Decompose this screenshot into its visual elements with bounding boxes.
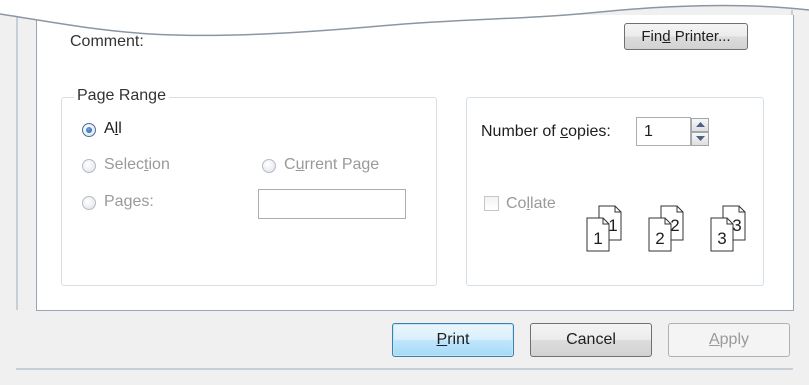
- find-printer-button[interactable]: Find Printer...: [624, 23, 748, 50]
- copies-access-key: c: [560, 123, 569, 140]
- apply-button[interactable]: Apply: [668, 323, 790, 357]
- radio-pages-label[interactable]: Pages:: [104, 193, 154, 211]
- radio-all-label-pre: A: [104, 120, 115, 137]
- comment-label: Comment:: [70, 33, 144, 50]
- copies-value[interactable]: 1: [644, 123, 653, 141]
- radio-selection-label[interactable]: Selection: [104, 156, 170, 174]
- radio-pages-label-pre: Pa: [104, 193, 124, 210]
- apply-access-key: A: [708, 331, 720, 348]
- apply-label-post: pply: [719, 331, 750, 348]
- window-frame-left: [16, 10, 18, 310]
- collate-page-2-back: 2: [670, 216, 679, 235]
- radio-selection-label-pre: Selec: [104, 156, 145, 173]
- find-printer-access-key: d: [662, 28, 671, 45]
- copies-label-post: opies:: [568, 123, 611, 140]
- collate-page-set-3: 3 3: [710, 205, 746, 252]
- collate-pages-icon: 1 1 2 2 3 3: [586, 205, 746, 252]
- find-printer-text-pre: Fin: [641, 28, 663, 45]
- radio-selection-label-post: ion: [148, 156, 170, 173]
- radio-all-label-post: l: [118, 120, 122, 137]
- collate-page-2-front: 2: [655, 229, 664, 248]
- radio-current-page-label-post: rrent Page: [304, 156, 380, 173]
- radio-pages-label-post: es:: [132, 193, 154, 210]
- radio-all[interactable]: [82, 123, 96, 137]
- radio-all-label[interactable]: All: [104, 120, 122, 138]
- print-button[interactable]: Print: [392, 323, 514, 357]
- number-of-copies-label: Number of copies:: [481, 123, 611, 141]
- collate-page-1-back: 1: [608, 216, 617, 235]
- arrow-up-icon: [696, 122, 705, 127]
- radio-current-page[interactable]: [262, 159, 276, 173]
- cancel-button[interactable]: Cancel: [530, 323, 652, 357]
- radio-selection[interactable]: [82, 159, 96, 173]
- collate-label-post: late: [530, 195, 556, 212]
- radio-pages[interactable]: [82, 196, 96, 210]
- radio-current-page-label-pre: C: [284, 156, 296, 173]
- print-access-key: P: [436, 331, 448, 348]
- collate-page-3-back: 3: [732, 216, 741, 235]
- window-frame-bottom: [16, 368, 793, 370]
- collate-page-set-2: 2 2: [648, 205, 684, 252]
- radio-current-page-label[interactable]: Current Page: [284, 156, 379, 174]
- print-label-post: rint: [447, 331, 470, 348]
- collate-page-1-front: 1: [593, 229, 602, 248]
- copies-decrement-button[interactable]: [691, 132, 709, 146]
- pages-input[interactable]: [258, 189, 406, 219]
- page-range-title: Page Range: [74, 87, 169, 105]
- collate-label[interactable]: Collate: [506, 195, 556, 213]
- copies-label-pre: Number of: [481, 123, 561, 140]
- collate-label-pre: Co: [506, 195, 527, 212]
- arrow-down-icon: [696, 136, 705, 141]
- collate-page-set-1: 1 1: [586, 205, 622, 252]
- collate-checkbox[interactable]: [484, 196, 499, 211]
- collate-page-3-front: 3: [717, 229, 726, 248]
- find-printer-text-post: Printer...: [670, 28, 731, 45]
- copies-increment-button[interactable]: [691, 118, 709, 132]
